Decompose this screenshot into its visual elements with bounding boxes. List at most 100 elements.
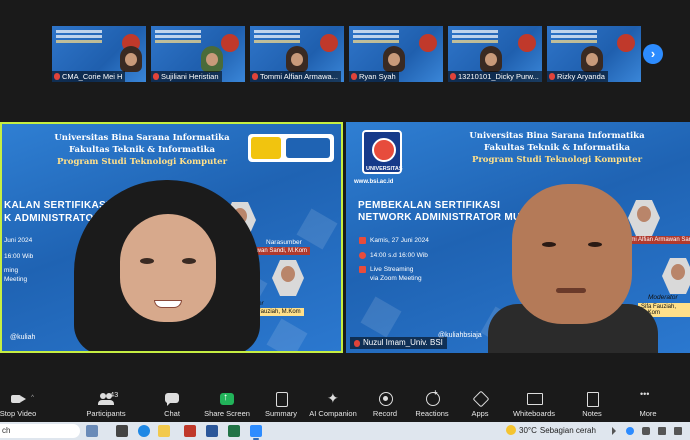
record-button[interactable]: Record: [370, 388, 400, 422]
kampus-merdeka-logo: [248, 134, 334, 162]
participant-thumbnail[interactable]: Rizky Aryanda: [547, 26, 641, 82]
clock-icon: [359, 252, 366, 259]
zoom-app-icon[interactable]: [250, 425, 262, 440]
banner-title: Universitas Bina Sarana Informatika Faku…: [54, 133, 230, 167]
moderator-name: Fauziah, M.Kom: [254, 308, 304, 316]
participant-video-person: [488, 184, 658, 353]
participant-name-label: Nuzul Imam_Univ. BSI: [350, 337, 447, 349]
participant-thumbnail[interactable]: Ryan Syah: [349, 26, 443, 82]
social-handle: @kuliah: [10, 334, 36, 341]
participants-button[interactable]: 43 Participants: [84, 388, 128, 422]
website-url: www.bsi.ac.id: [354, 179, 394, 185]
logo-caption: UNIVERSITAS: [366, 166, 403, 172]
record-icon: [377, 392, 393, 406]
participant-video-tile[interactable]: UNIVERSITAS www.bsi.ac.id Universitas Bi…: [346, 122, 690, 353]
ai-companion-icon: [325, 390, 341, 407]
participant-thumbnail[interactable]: Tommi Alfian Armawa...: [250, 26, 344, 82]
participant-video: [581, 46, 603, 72]
chat-icon: [164, 392, 180, 406]
participant-name-label: Tommi Alfian Armawa...: [250, 71, 341, 82]
taskbar-search-box[interactable]: ch: [0, 424, 80, 438]
reactions-icon: [424, 388, 440, 406]
person-mouth: [556, 288, 586, 293]
meeting-controls-toolbar: ^ Stop Video 43 Participants Chat Share …: [0, 388, 690, 422]
participant-name-label: Ryan Syah: [349, 71, 399, 82]
notes-icon: [584, 392, 600, 407]
edge-browser-icon[interactable]: [138, 425, 150, 437]
participants-icon: 43: [98, 390, 118, 406]
zoom-meeting-window: CMA_Corie Mei H Sujiliani Heristian Tomm…: [0, 0, 690, 440]
speaker-icon[interactable]: [658, 427, 666, 435]
weather-widget[interactable]: 30°C Sebagian cerah: [506, 425, 596, 435]
battery-icon[interactable]: [674, 427, 682, 435]
participant-video: [480, 46, 502, 72]
participant-count: 43: [110, 390, 119, 399]
file-explorer-icon[interactable]: [158, 425, 170, 437]
event-title-line1: PEMBEKALAN SERTIFIKASI: [358, 200, 501, 211]
more-icon: [640, 389, 656, 406]
active-speaker-video-tile[interactable]: Universitas Bina Sarana Informatika Faku…: [0, 122, 343, 353]
mic-muted-icon: [549, 73, 555, 80]
share-screen-icon: [219, 392, 235, 406]
event-stream-line2: Meeting: [4, 276, 28, 283]
participant-video: [120, 46, 142, 72]
stop-video-button[interactable]: ^ Stop Video: [0, 388, 36, 422]
notes-button[interactable]: Notes: [580, 388, 604, 422]
person-head: [512, 184, 632, 324]
person-mouth: [154, 300, 182, 308]
more-button[interactable]: More: [636, 388, 660, 422]
decorative-hexagon: [266, 318, 308, 351]
event-date: Kamis, 27 Juni 2024: [370, 237, 429, 244]
person-eye: [182, 258, 196, 264]
wifi-icon[interactable]: [642, 427, 650, 435]
summary-icon: [273, 392, 289, 407]
event-time: 16:00 Wib: [4, 253, 34, 260]
ai-companion-button[interactable]: AI Companion: [308, 388, 358, 422]
event-stream-line1: Live Streaming: [370, 266, 414, 273]
tray-app-icon[interactable]: [626, 427, 634, 435]
moderator-label: Moderator: [648, 294, 678, 301]
mic-muted-icon: [351, 73, 357, 80]
sun-icon: [506, 425, 516, 435]
narasumber-label: Narasumber: [266, 239, 302, 246]
participant-video: [383, 46, 405, 72]
task-view-icon[interactable]: [116, 425, 128, 437]
video-icon: ^: [10, 392, 34, 406]
decorative-hexagon: [296, 208, 338, 250]
powerpoint-icon[interactable]: [184, 425, 196, 437]
summary-button[interactable]: Summary: [262, 388, 300, 422]
word-icon[interactable]: [206, 425, 218, 437]
participant-video: [201, 46, 223, 72]
participant-name-label: 13210101_Dicky Purw...: [448, 71, 542, 82]
participant-video-person: [74, 180, 260, 351]
whiteboards-icon: [526, 392, 543, 406]
event-stream-line2: via Zoom Meeting: [370, 275, 422, 282]
stream-icon: [359, 266, 366, 273]
mic-muted-icon: [54, 73, 60, 80]
chat-button[interactable]: Chat: [158, 388, 186, 422]
tray-chevron-icon[interactable]: [612, 427, 616, 435]
moderator-photo: [662, 258, 690, 294]
excel-icon[interactable]: [228, 425, 240, 437]
event-stream-line1: ming: [4, 267, 19, 274]
participant-video: [286, 46, 308, 72]
chevron-right-icon[interactable]: ›: [643, 44, 663, 64]
mic-muted-icon: [450, 73, 456, 80]
banner-title: Universitas Bina Sarana Informatika Faku…: [469, 131, 645, 165]
participant-name-label: CMA_Corie Mei H: [52, 71, 126, 82]
apps-icon: [472, 392, 488, 406]
apps-button[interactable]: Apps: [468, 388, 492, 422]
whiteboards-button[interactable]: Whiteboards: [512, 388, 556, 422]
person-eye: [588, 242, 602, 247]
participant-thumbnail[interactable]: 13210101_Dicky Purw...: [448, 26, 542, 82]
participant-thumbnail[interactable]: CMA_Corie Mei H: [52, 26, 146, 82]
reactions-button[interactable]: Reactions: [414, 388, 450, 422]
taskbar-app-icon[interactable]: [86, 425, 98, 437]
person-eye: [542, 242, 556, 247]
participant-thumbnail[interactable]: Sujiliani Heristian: [151, 26, 245, 82]
person-eye: [140, 258, 154, 264]
participant-name-label: Rizky Aryanda: [547, 71, 608, 82]
windows-taskbar: ch 30°C Sebagian cerah: [0, 422, 690, 440]
share-screen-button[interactable]: Share Screen: [204, 388, 250, 422]
participant-thumbnail-strip: CMA_Corie Mei H Sujiliani Heristian Tomm…: [52, 26, 642, 82]
